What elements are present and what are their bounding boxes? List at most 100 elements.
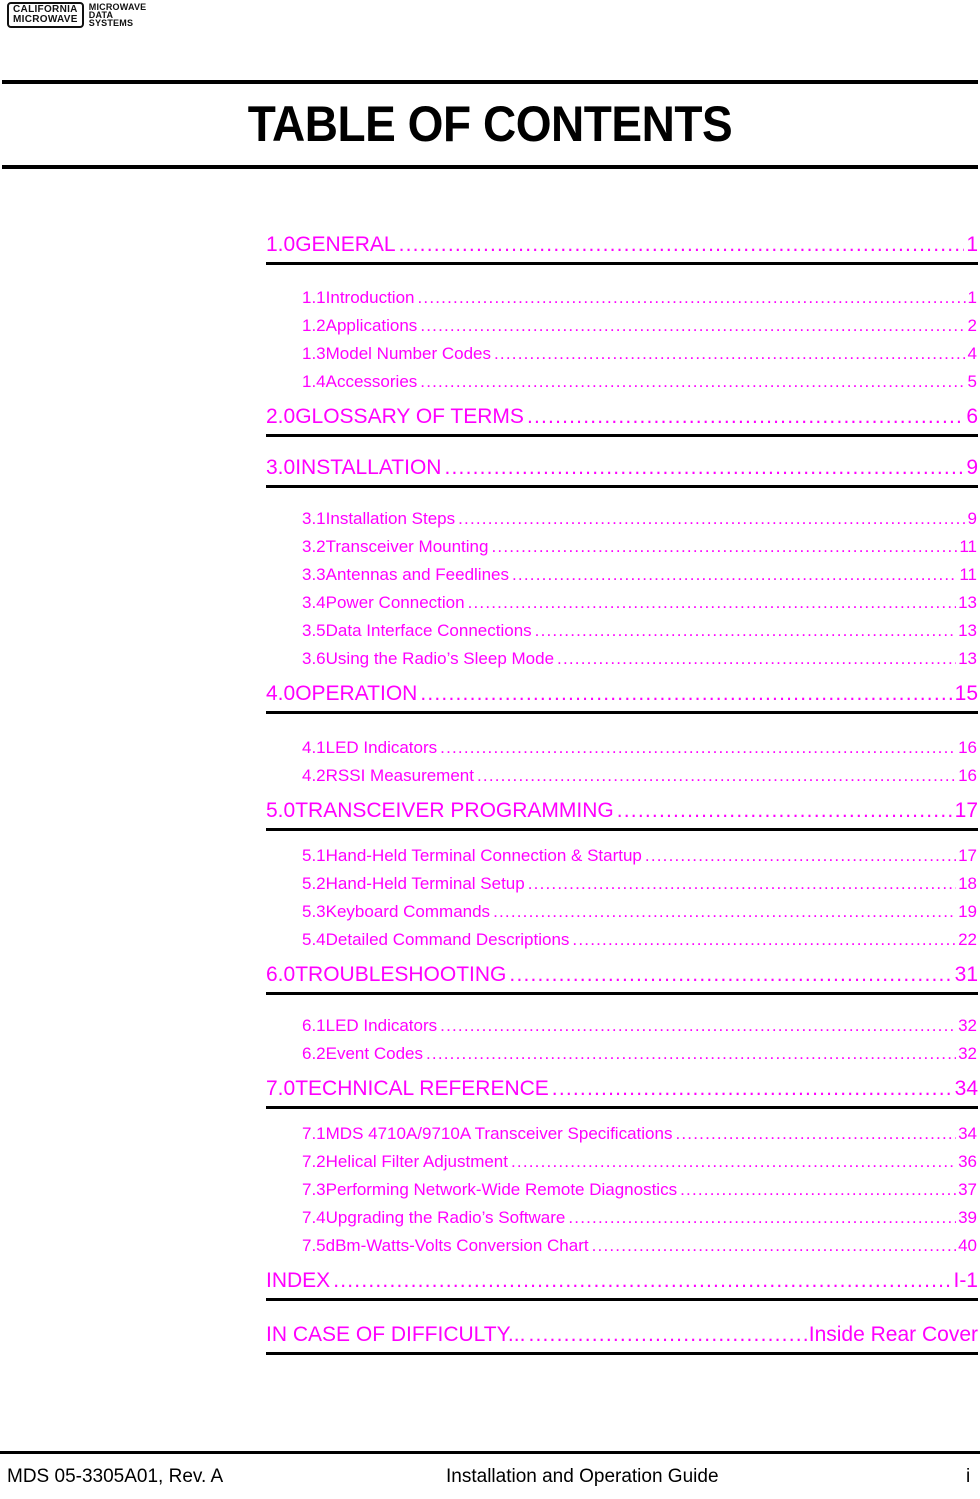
toc-subsection-entry[interactable]: 7.1 MDS 4710A/9710A Transceiver Specifica… [266, 1123, 977, 1145]
toc-entry-number: 5.1 [302, 846, 326, 865]
title-rule-top [2, 80, 978, 84]
toc-section-entry[interactable]: INDEX I-1 [266, 1268, 978, 1294]
logo-text: SYSTEMS [88, 18, 134, 28]
toc-leader-dots [420, 371, 965, 393]
toc-entry-page: 15 [954, 682, 978, 705]
toc-subsection-entry[interactable]: 5.3Keyboard Commands 19 [266, 901, 977, 923]
toc-leader-dots [444, 455, 964, 481]
toc-leader-dots [468, 592, 957, 614]
toc-subsection-entry[interactable]: 6.2Event Codes 32 [266, 1043, 977, 1065]
toc-subsection-entry[interactable]: 7.5dBm-Watts-Volts Conversion Chart 40 [266, 1235, 977, 1257]
toc-entry-title: Hand-Held Terminal Connection & Startup [325, 846, 642, 865]
toc-subsection-entry[interactable]: 1.4Accessories 5 [266, 371, 977, 393]
toc-entry-page: 39 [958, 1208, 977, 1227]
toc-entry-title: TROUBLESHOOTING [295, 963, 507, 986]
toc-entry-title: TRANSCEIVER PROGRAMMING [295, 799, 614, 822]
toc-entry-page: 37 [958, 1180, 977, 1199]
toc-leader-dots [399, 232, 965, 258]
toc-entry-title: INDEX [266, 1269, 331, 1292]
toc-entry-title: Antennas and Feedlines [325, 565, 509, 584]
toc-subsection-entry[interactable]: 7.2Helical Filter Adjustment 36 [266, 1151, 977, 1173]
toc-subsection-entry[interactable]: 3.5Data Interface Connections 13 [266, 620, 977, 642]
toc-subsection-entry[interactable]: 1.1Introduction 1 [266, 287, 977, 309]
toc-subsection-entry[interactable]: 4.2RSSI Measurement 16 [266, 765, 977, 787]
toc-leader-dots [420, 315, 965, 337]
toc-entry-number: 1.4 [302, 372, 326, 391]
toc-section-entry[interactable]: 6.0TROUBLESHOOTING 31 [266, 962, 978, 988]
toc-entry-title: TECHNICAL REFERENCE [295, 1077, 549, 1100]
toc-entry-number: 4.2 [302, 766, 326, 785]
toc-section-entry[interactable]: IN CASE OF DIFFICULTY... Inside Rear Cove… [266, 1322, 978, 1348]
toc-entry-page: 18 [958, 874, 977, 893]
toc-subsection-entry[interactable]: 5.1 Hand-Held Terminal Connection & Start… [266, 845, 977, 867]
toc-subsection-entry[interactable]: 3.1Installation Steps 9 [266, 508, 977, 530]
toc-subsection-entry[interactable]: 3.3Antennas and Feedlines 11 [266, 564, 977, 586]
toc-entry-number: 4.0 [266, 682, 296, 705]
toc-section-entry[interactable]: 2.0GLOSSARY OF TERMS 6 [266, 404, 978, 430]
toc-entry-number: 3.2 [302, 537, 326, 556]
toc-entry-page: 2 [967, 316, 977, 335]
toc-entry-page: 34 [958, 1124, 977, 1143]
toc-entry-number: 4.1 [302, 738, 326, 757]
toc-entry-number: 5.3 [302, 902, 326, 921]
toc-subsection-entry[interactable]: 1.2Applications 2 [266, 315, 977, 337]
toc-entry-title: IN CASE OF DIFFICULTY... [266, 1323, 526, 1346]
toc-leader-dots [493, 901, 956, 923]
logo-side-text: MICROWAVE DATA SYSTEMS [88, 3, 147, 28]
toc-leader-dots [417, 287, 965, 309]
toc-section-entry[interactable]: 3.0INSTALLATION 9 [266, 455, 978, 481]
toc-entry-page: I-1 [953, 1269, 978, 1292]
toc-entry-page: 1 [966, 233, 978, 256]
toc-subsection-entry[interactable]: 7.3 Performing Network-Wide Remote Diagno… [266, 1179, 977, 1201]
logo-text: MICROWAVE [13, 14, 78, 25]
toc-leader-dots [572, 929, 956, 951]
footer-doc-number: MDS 05-3305A01, Rev. A [7, 1466, 224, 1487]
toc-entry-number: 1.1 [302, 288, 326, 307]
section-rule [266, 1298, 978, 1301]
toc-entry-number: 7.1 [302, 1124, 326, 1143]
toc-subsection-entry[interactable]: 5.2Hand-Held Terminal Setup 18 [266, 873, 977, 895]
toc-entry-page: 19 [958, 902, 977, 921]
toc-section-entry[interactable]: 7.0TECHNICAL REFERENCE 34 [266, 1076, 978, 1102]
toc-entry-title: Installation Steps [325, 509, 456, 528]
toc-subsection-entry[interactable]: 5.4Detailed Command Descriptions 22 [266, 929, 977, 951]
toc-entry-title: Detailed Command Descriptions [325, 930, 570, 949]
toc-entry-title: Introduction [325, 288, 415, 307]
toc-entry-number: 7.3 [302, 1180, 326, 1199]
toc-entry-number: 6.0 [266, 963, 296, 986]
title-rule-bottom [2, 165, 978, 169]
toc-leader-dots [491, 536, 957, 558]
toc-leader-dots [440, 737, 956, 759]
toc-entry-page: 1 [967, 288, 977, 307]
section-rule [266, 262, 978, 265]
toc-entry-page: 40 [958, 1236, 977, 1255]
toc-entry-page: 32 [958, 1044, 977, 1063]
toc-subsection-entry[interactable]: 6.1LED Indicators 32 [266, 1015, 977, 1037]
toc-leader-dots [426, 1043, 956, 1065]
toc-entry-number: 5.0 [266, 799, 296, 822]
toc-subsection-entry[interactable]: 3.2Transceiver Mounting 11 [266, 536, 977, 558]
toc-entry-title: Data Interface Connections [325, 621, 532, 640]
toc-section-entry[interactable]: 4.0OPERATION 15 [266, 681, 978, 707]
toc-entry-title: Performing Network-Wide Remote Diagnosti… [325, 1180, 678, 1199]
toc-entry-number: 3.0 [266, 456, 296, 479]
toc-entry-page: 5 [967, 372, 977, 391]
toc-entry-number: 7.4 [302, 1208, 326, 1227]
toc-subsection-entry[interactable]: 4.1LED Indicators 16 [266, 737, 977, 759]
toc-subsection-entry[interactable]: 1.3Model Number Codes 4 [266, 343, 977, 365]
toc-entry-number: 7.0 [266, 1077, 296, 1100]
toc-section-entry[interactable]: 1.0GENERAL 1 [266, 232, 978, 258]
section-rule [266, 711, 978, 714]
toc-section-entry[interactable]: 5.0TRANSCEIVER PROGRAMMING 17 [266, 798, 978, 824]
toc-leader-dots [568, 1207, 956, 1229]
toc-entry-number: 6.1 [302, 1016, 326, 1035]
toc-leader-dots [557, 648, 956, 670]
toc-subsection-entry[interactable]: 3.4Power Connection 13 [266, 592, 977, 614]
toc-entry-page: 36 [958, 1152, 977, 1171]
toc-leader-dots [617, 798, 953, 824]
toc-entry-number: 3.3 [302, 565, 326, 584]
toc-leader-dots [528, 873, 956, 895]
toc-subsection-entry[interactable]: 3.6Using the Radio’s Sleep Mode 13 [266, 648, 977, 670]
toc-entry-number: 7.5 [302, 1236, 326, 1255]
toc-subsection-entry[interactable]: 7.4Upgrading the Radio’s Software 39 [266, 1207, 977, 1229]
